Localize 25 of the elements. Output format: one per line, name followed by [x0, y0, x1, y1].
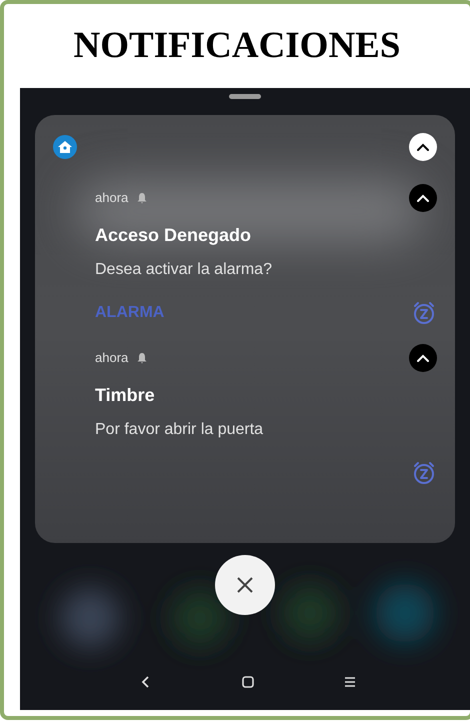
chevron-up-icon [416, 353, 430, 363]
notification-title: Timbre [95, 384, 156, 407]
chevron-up-icon [416, 142, 430, 152]
back-icon [141, 675, 151, 689]
notification-time: ahora [95, 189, 128, 208]
notification-time: ahora [95, 349, 128, 368]
square-icon [242, 676, 254, 688]
alarm-clock-icon [412, 301, 436, 325]
house-icon [53, 135, 77, 159]
bell-icon [136, 352, 148, 364]
collapse-button[interactable] [409, 344, 437, 372]
notification-body: Por favor abrir la puerta [95, 420, 264, 440]
alarm-action-button[interactable]: ALARMA [95, 301, 164, 325]
menu-icon [344, 676, 356, 688]
close-icon [236, 576, 254, 594]
drag-handle[interactable] [229, 94, 261, 99]
collapse-button[interactable] [409, 184, 437, 212]
page-title: NOTIFICACIONES [74, 24, 400, 68]
close-button[interactable] [215, 555, 275, 615]
chevron-up-icon [416, 193, 430, 203]
notification-title: Acceso Denegado [95, 224, 252, 247]
collapse-button[interactable] [409, 133, 437, 161]
bell-icon [136, 192, 148, 204]
alarm-clock-icon [412, 461, 436, 485]
notification-body: Desea activar la alarma? [95, 260, 273, 280]
